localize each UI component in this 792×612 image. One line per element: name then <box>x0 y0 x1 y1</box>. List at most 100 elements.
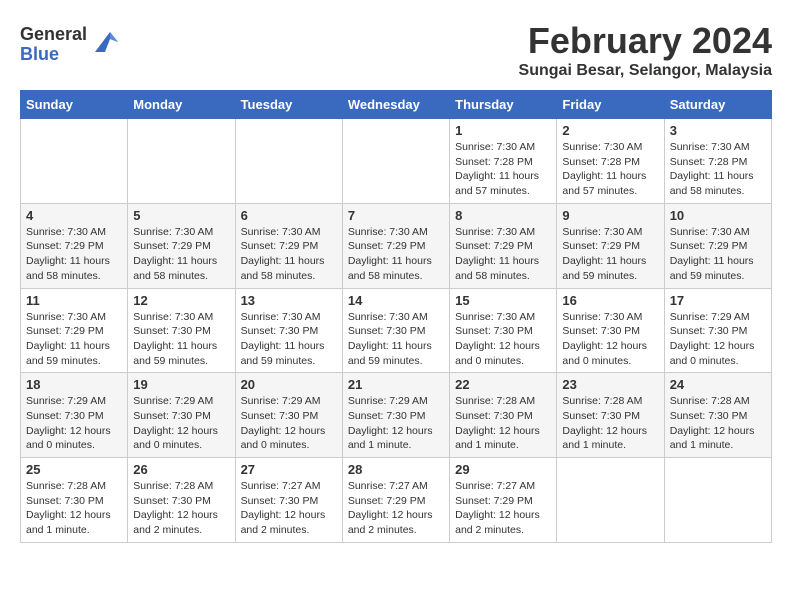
day-info: Sunrise: 7:28 AM Sunset: 7:30 PM Dayligh… <box>455 394 551 453</box>
day-info: Sunrise: 7:28 AM Sunset: 7:30 PM Dayligh… <box>26 479 122 538</box>
day-info: Sunrise: 7:29 AM Sunset: 7:30 PM Dayligh… <box>348 394 444 453</box>
calendar-cell <box>21 119 128 204</box>
day-number: 13 <box>241 293 337 308</box>
calendar-cell: 11 Sunrise: 7:30 AM Sunset: 7:29 PM Dayli… <box>21 288 128 373</box>
calendar-cell: 14 Sunrise: 7:30 AM Sunset: 7:30 PM Dayli… <box>342 288 449 373</box>
calendar-cell: 8 Sunrise: 7:30 AM Sunset: 7:29 PM Daylig… <box>450 203 557 288</box>
calendar-cell <box>557 458 664 543</box>
day-info: Sunrise: 7:27 AM Sunset: 7:29 PM Dayligh… <box>348 479 444 538</box>
day-number: 5 <box>133 208 229 223</box>
calendar-body: 1 Sunrise: 7:30 AM Sunset: 7:28 PM Daylig… <box>21 119 772 543</box>
day-info: Sunrise: 7:30 AM Sunset: 7:29 PM Dayligh… <box>562 225 658 284</box>
day-number: 23 <box>562 377 658 392</box>
day-info: Sunrise: 7:29 AM Sunset: 7:30 PM Dayligh… <box>241 394 337 453</box>
calendar-day-header: Thursday <box>450 91 557 119</box>
day-number: 19 <box>133 377 229 392</box>
calendar-cell: 5 Sunrise: 7:30 AM Sunset: 7:29 PM Daylig… <box>128 203 235 288</box>
day-info: Sunrise: 7:30 AM Sunset: 7:28 PM Dayligh… <box>670 140 766 199</box>
calendar-cell: 2 Sunrise: 7:30 AM Sunset: 7:28 PM Daylig… <box>557 119 664 204</box>
calendar-cell: 19 Sunrise: 7:29 AM Sunset: 7:30 PM Dayli… <box>128 373 235 458</box>
logo-blue-text: Blue <box>20 45 87 65</box>
day-number: 7 <box>348 208 444 223</box>
page-header: General Blue February 2024 Sungai Besar,… <box>20 20 772 80</box>
day-number: 10 <box>670 208 766 223</box>
calendar-cell: 4 Sunrise: 7:30 AM Sunset: 7:29 PM Daylig… <box>21 203 128 288</box>
calendar-cell: 13 Sunrise: 7:30 AM Sunset: 7:30 PM Dayli… <box>235 288 342 373</box>
day-number: 24 <box>670 377 766 392</box>
day-info: Sunrise: 7:30 AM Sunset: 7:29 PM Dayligh… <box>348 225 444 284</box>
calendar-cell: 6 Sunrise: 7:30 AM Sunset: 7:29 PM Daylig… <box>235 203 342 288</box>
day-info: Sunrise: 7:29 AM Sunset: 7:30 PM Dayligh… <box>133 394 229 453</box>
day-info: Sunrise: 7:28 AM Sunset: 7:30 PM Dayligh… <box>562 394 658 453</box>
calendar-week-row: 11 Sunrise: 7:30 AM Sunset: 7:29 PM Dayli… <box>21 288 772 373</box>
day-number: 20 <box>241 377 337 392</box>
calendar-cell: 24 Sunrise: 7:28 AM Sunset: 7:30 PM Dayli… <box>664 373 771 458</box>
day-number: 29 <box>455 462 551 477</box>
calendar-table: SundayMondayTuesdayWednesdayThursdayFrid… <box>20 90 772 543</box>
calendar-cell: 29 Sunrise: 7:27 AM Sunset: 7:29 PM Dayli… <box>450 458 557 543</box>
day-number: 21 <box>348 377 444 392</box>
calendar-cell <box>342 119 449 204</box>
logo-general-text: General <box>20 25 87 45</box>
calendar-cell: 27Sunrise: 7:27 AM Sunset: 7:30 PM Dayli… <box>235 458 342 543</box>
title-area: February 2024 Sungai Besar, Selangor, Ma… <box>519 20 772 80</box>
day-info: Sunrise: 7:30 AM Sunset: 7:29 PM Dayligh… <box>26 310 122 369</box>
calendar-cell: 26 Sunrise: 7:28 AM Sunset: 7:30 PM Dayli… <box>128 458 235 543</box>
day-number: 18 <box>26 377 122 392</box>
day-info: Sunrise: 7:30 AM Sunset: 7:29 PM Dayligh… <box>455 225 551 284</box>
day-number: 26 <box>133 462 229 477</box>
day-info: Sunrise: 7:30 AM Sunset: 7:28 PM Dayligh… <box>455 140 551 199</box>
calendar-day-header: Monday <box>128 91 235 119</box>
day-info: Sunrise: 7:30 AM Sunset: 7:29 PM Dayligh… <box>241 225 337 284</box>
calendar-cell: 15 Sunrise: 7:30 AM Sunset: 7:30 PM Dayli… <box>450 288 557 373</box>
calendar-week-row: 1 Sunrise: 7:30 AM Sunset: 7:28 PM Daylig… <box>21 119 772 204</box>
day-number: 3 <box>670 123 766 138</box>
day-info: Sunrise: 7:27 AM Sunset: 7:30 PM Dayligh… <box>241 479 337 538</box>
day-info: Sunrise: 7:30 AM Sunset: 7:29 PM Dayligh… <box>133 225 229 284</box>
calendar-day-header: Friday <box>557 91 664 119</box>
calendar-cell: 9Sunrise: 7:30 AM Sunset: 7:29 PM Daylig… <box>557 203 664 288</box>
calendar-cell: 7 Sunrise: 7:30 AM Sunset: 7:29 PM Daylig… <box>342 203 449 288</box>
day-info: Sunrise: 7:28 AM Sunset: 7:30 PM Dayligh… <box>670 394 766 453</box>
day-number: 22 <box>455 377 551 392</box>
calendar-cell: 20 Sunrise: 7:29 AM Sunset: 7:30 PM Dayli… <box>235 373 342 458</box>
day-info: Sunrise: 7:30 AM Sunset: 7:30 PM Dayligh… <box>241 310 337 369</box>
day-number: 2 <box>562 123 658 138</box>
calendar-cell: 21 Sunrise: 7:29 AM Sunset: 7:30 PM Dayli… <box>342 373 449 458</box>
calendar-day-header: Saturday <box>664 91 771 119</box>
calendar-cell: 23 Sunrise: 7:28 AM Sunset: 7:30 PM Dayli… <box>557 373 664 458</box>
calendar-cell: 22 Sunrise: 7:28 AM Sunset: 7:30 PM Dayli… <box>450 373 557 458</box>
day-number: 6 <box>241 208 337 223</box>
day-number: 8 <box>455 208 551 223</box>
day-number: 14 <box>348 293 444 308</box>
location-title: Sungai Besar, Selangor, Malaysia <box>519 62 772 80</box>
calendar-cell: 12 Sunrise: 7:30 AM Sunset: 7:30 PM Dayli… <box>128 288 235 373</box>
calendar-week-row: 18 Sunrise: 7:29 AM Sunset: 7:30 PM Dayli… <box>21 373 772 458</box>
day-info: Sunrise: 7:29 AM Sunset: 7:30 PM Dayligh… <box>26 394 122 453</box>
month-title: February 2024 <box>519 20 772 62</box>
day-info: Sunrise: 7:30 AM Sunset: 7:28 PM Dayligh… <box>562 140 658 199</box>
day-number: 15 <box>455 293 551 308</box>
day-number: 17 <box>670 293 766 308</box>
day-number: 11 <box>26 293 122 308</box>
day-number: 12 <box>133 293 229 308</box>
day-number: 1 <box>455 123 551 138</box>
day-info: Sunrise: 7:27 AM Sunset: 7:29 PM Dayligh… <box>455 479 551 538</box>
logo-icon <box>90 27 120 57</box>
day-number: 16 <box>562 293 658 308</box>
day-info: Sunrise: 7:30 AM Sunset: 7:30 PM Dayligh… <box>562 310 658 369</box>
calendar-cell <box>128 119 235 204</box>
day-number: 4 <box>26 208 122 223</box>
calendar-cell: 10 Sunrise: 7:30 AM Sunset: 7:29 PM Dayli… <box>664 203 771 288</box>
day-info: Sunrise: 7:30 AM Sunset: 7:29 PM Dayligh… <box>26 225 122 284</box>
calendar-cell: 16 Sunrise: 7:30 AM Sunset: 7:30 PM Dayli… <box>557 288 664 373</box>
day-info: Sunrise: 7:30 AM Sunset: 7:30 PM Dayligh… <box>455 310 551 369</box>
day-info: Sunrise: 7:30 AM Sunset: 7:30 PM Dayligh… <box>133 310 229 369</box>
day-info: Sunrise: 7:28 AM Sunset: 7:30 PM Dayligh… <box>133 479 229 538</box>
logo: General Blue <box>20 25 120 65</box>
day-info: Sunrise: 7:30 AM Sunset: 7:29 PM Dayligh… <box>670 225 766 284</box>
calendar-week-row: 4 Sunrise: 7:30 AM Sunset: 7:29 PM Daylig… <box>21 203 772 288</box>
calendar-day-header: Wednesday <box>342 91 449 119</box>
calendar-cell <box>235 119 342 204</box>
day-info: Sunrise: 7:30 AM Sunset: 7:30 PM Dayligh… <box>348 310 444 369</box>
